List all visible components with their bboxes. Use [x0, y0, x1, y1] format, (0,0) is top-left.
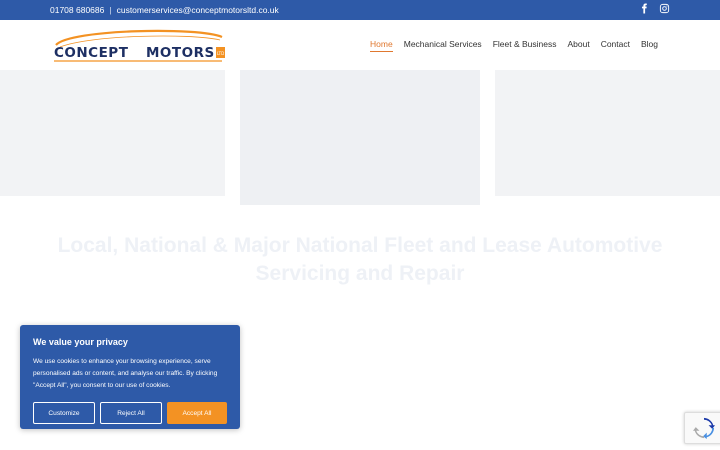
site-logo[interactable]: CONCEPT MOTORS LTD: [50, 27, 226, 65]
nav-fleet-business[interactable]: Fleet & Business: [493, 39, 557, 52]
site-header: CONCEPT MOTORS LTD Home Mechanical Servi…: [0, 20, 720, 70]
recaptcha-badge[interactable]: [684, 412, 720, 444]
cookie-buttons: Customize Reject All Accept All: [33, 402, 227, 424]
svg-text:CONCEPT: CONCEPT: [54, 45, 129, 61]
feature-card-2[interactable]: [240, 70, 480, 205]
nav-about[interactable]: About: [567, 39, 589, 52]
instagram-icon[interactable]: [659, 3, 670, 14]
facebook-icon[interactable]: [639, 3, 650, 14]
feature-card-1[interactable]: [0, 70, 225, 196]
email-link[interactable]: customerservices@conceptmotorsltd.co.uk: [117, 5, 279, 15]
page: 01708 680686 | customerservices@conceptm…: [0, 0, 720, 450]
cookie-banner-text: We use cookies to enhance your browsing …: [33, 358, 218, 389]
feature-card-3[interactable]: [495, 70, 720, 196]
svg-text:MOTORS: MOTORS: [146, 45, 215, 61]
reject-all-button[interactable]: Reject All: [99, 402, 162, 424]
cookie-consent-banner: We value your privacy We use cookies to …: [20, 325, 240, 429]
cookie-banner-title: We value your privacy: [33, 337, 128, 347]
topbar-separator: |: [109, 5, 112, 15]
customize-button[interactable]: Customize: [33, 402, 95, 424]
main-navigation: Home Mechanical Services Fleet & Busines…: [370, 39, 658, 52]
feature-cards: [0, 70, 720, 210]
accept-all-button[interactable]: Accept All: [166, 402, 227, 424]
nav-blog[interactable]: Blog: [641, 39, 658, 52]
social-links: [639, 3, 670, 14]
nav-home[interactable]: Home: [370, 39, 393, 52]
phone-number[interactable]: 01708 680686: [50, 5, 104, 15]
recaptcha-icon: [693, 417, 715, 439]
svg-text:LTD: LTD: [217, 51, 224, 56]
page-heading: Local, National & Major National Fleet a…: [57, 234, 663, 285]
nav-mechanical-services[interactable]: Mechanical Services: [404, 39, 482, 52]
nav-contact[interactable]: Contact: [601, 39, 630, 52]
top-bar: 01708 680686 | customerservices@conceptm…: [0, 0, 720, 20]
